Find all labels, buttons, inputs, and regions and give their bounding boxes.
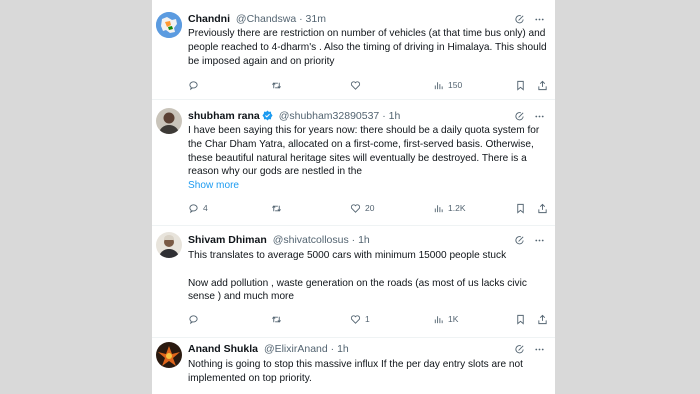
reply-button[interactable]: 4: [188, 201, 208, 215]
views-count: 150: [448, 80, 463, 90]
bookmark-button[interactable]: [515, 312, 526, 326]
repost-icon: [271, 80, 282, 91]
more-icon[interactable]: [534, 111, 545, 122]
views-icon: [433, 314, 444, 325]
post-text: Previously there are restriction on numb…: [188, 28, 547, 67]
like-count: 1: [365, 314, 370, 324]
share-button[interactable]: [537, 78, 548, 92]
repost-icon: [271, 314, 282, 325]
post-actions: 150: [188, 78, 548, 92]
like-icon: [350, 80, 361, 91]
post-top-icons: [514, 341, 545, 357]
more-icon[interactable]: [534, 344, 545, 355]
reply-icon: [188, 314, 199, 325]
post-shubham-rana[interactable]: shubham rana @shubham32890537 · 1h I hav…: [152, 100, 555, 226]
like-button[interactable]: 1: [350, 312, 370, 326]
repost-button[interactable]: [271, 201, 286, 215]
author-handle[interactable]: @Chandswa: [236, 13, 296, 25]
like-icon: [350, 203, 361, 214]
post-top-icons: [514, 11, 545, 27]
post-header: Shivam Dhiman @shivatcollosus · 1h: [188, 232, 515, 248]
post-text: This translates to average 5000 cars wit…: [188, 250, 507, 261]
grok-icon[interactable]: [514, 344, 525, 355]
bookmark-button[interactable]: [515, 201, 526, 215]
author-name[interactable]: shubham rana: [188, 110, 260, 122]
reply-count: 4: [203, 203, 208, 213]
author-name[interactable]: Anand Shukla: [188, 343, 258, 355]
views-button[interactable]: 1K: [433, 312, 458, 326]
more-icon[interactable]: [534, 14, 545, 25]
like-button[interactable]: [350, 78, 365, 92]
reply-icon: [188, 203, 199, 214]
separator: ·: [299, 13, 303, 25]
share-button[interactable]: [537, 201, 548, 215]
author-name[interactable]: Chandni: [188, 13, 230, 25]
author-name[interactable]: Shivam Dhiman: [188, 234, 267, 246]
post-time[interactable]: 1h: [358, 234, 370, 246]
post-top-icons: [514, 232, 545, 248]
grok-icon[interactable]: [514, 235, 525, 246]
post-time[interactable]: 31m: [306, 13, 326, 25]
bookmark-button[interactable]: [515, 78, 526, 92]
post-text: Now add pollution , waste generation on …: [188, 277, 527, 303]
reply-feed: Chandni @Chandswa · 31m Previously there…: [152, 0, 555, 394]
views-count: 1.2K: [448, 203, 466, 213]
post-header: Chandni @Chandswa · 31m: [188, 11, 515, 27]
avatar[interactable]: [156, 12, 182, 38]
post-anand-shukla[interactable]: Anand Shukla @ElixirAnand · 1h Nothing i…: [152, 338, 555, 394]
bookmark-icon: [515, 203, 526, 214]
views-icon: [433, 80, 444, 91]
share-icon: [537, 80, 548, 91]
views-button[interactable]: 1.2K: [433, 201, 466, 215]
like-button[interactable]: 20: [350, 201, 374, 215]
post-actions: 1 1K: [188, 312, 548, 326]
show-more-link[interactable]: Show more: [188, 179, 548, 193]
repost-button[interactable]: [271, 78, 286, 92]
reply-button[interactable]: [188, 312, 203, 326]
post-body: I have been saying this for years now: t…: [188, 124, 548, 193]
reply-button[interactable]: [188, 78, 203, 92]
views-icon: [433, 203, 444, 214]
share-icon: [537, 203, 548, 214]
post-body: Nothing is going to stop this massive in…: [188, 358, 548, 386]
repost-icon: [271, 203, 282, 214]
post-chandni[interactable]: Chandni @Chandswa · 31m Previously there…: [152, 0, 555, 100]
post-time[interactable]: 1h: [337, 343, 349, 355]
post-text: Nothing is going to stop this massive in…: [188, 359, 523, 384]
post-header: shubham rana @shubham32890537 · 1h: [188, 108, 515, 124]
grok-icon[interactable]: [514, 111, 525, 122]
author-handle[interactable]: @shubham32890537: [279, 110, 380, 122]
repost-button[interactable]: [271, 312, 286, 326]
share-button[interactable]: [537, 312, 548, 326]
views-button[interactable]: 150: [433, 78, 462, 92]
separator: ·: [382, 110, 386, 122]
avatar[interactable]: [156, 342, 182, 368]
post-shivam-dhiman[interactable]: Shivam Dhiman @shivatcollosus · 1h This …: [152, 226, 555, 338]
post-text: I have been saying this for years now: t…: [188, 125, 540, 178]
bookmark-icon: [515, 314, 526, 325]
reply-icon: [188, 80, 199, 91]
avatar[interactable]: [156, 108, 182, 134]
post-header: Anand Shukla @ElixirAnand · 1h: [188, 341, 515, 357]
separator: ·: [351, 234, 356, 246]
post-top-icons: [514, 108, 545, 124]
post-body: Previously there are restriction on numb…: [188, 27, 548, 68]
author-handle[interactable]: @ElixirAnand: [264, 343, 328, 355]
post-actions: 4 20 1.2K: [188, 201, 548, 215]
share-icon: [537, 314, 548, 325]
avatar[interactable]: [156, 232, 182, 258]
bookmark-icon: [515, 80, 526, 91]
views-count: 1K: [448, 314, 459, 324]
post-time[interactable]: 1h: [389, 110, 401, 122]
separator: ·: [330, 343, 335, 355]
like-icon: [350, 314, 361, 325]
more-icon[interactable]: [534, 235, 545, 246]
grok-icon[interactable]: [514, 14, 525, 25]
like-count: 20: [365, 203, 375, 213]
author-handle[interactable]: @shivatcollosus: [273, 234, 349, 246]
post-body: This translates to average 5000 cars wit…: [188, 249, 548, 304]
